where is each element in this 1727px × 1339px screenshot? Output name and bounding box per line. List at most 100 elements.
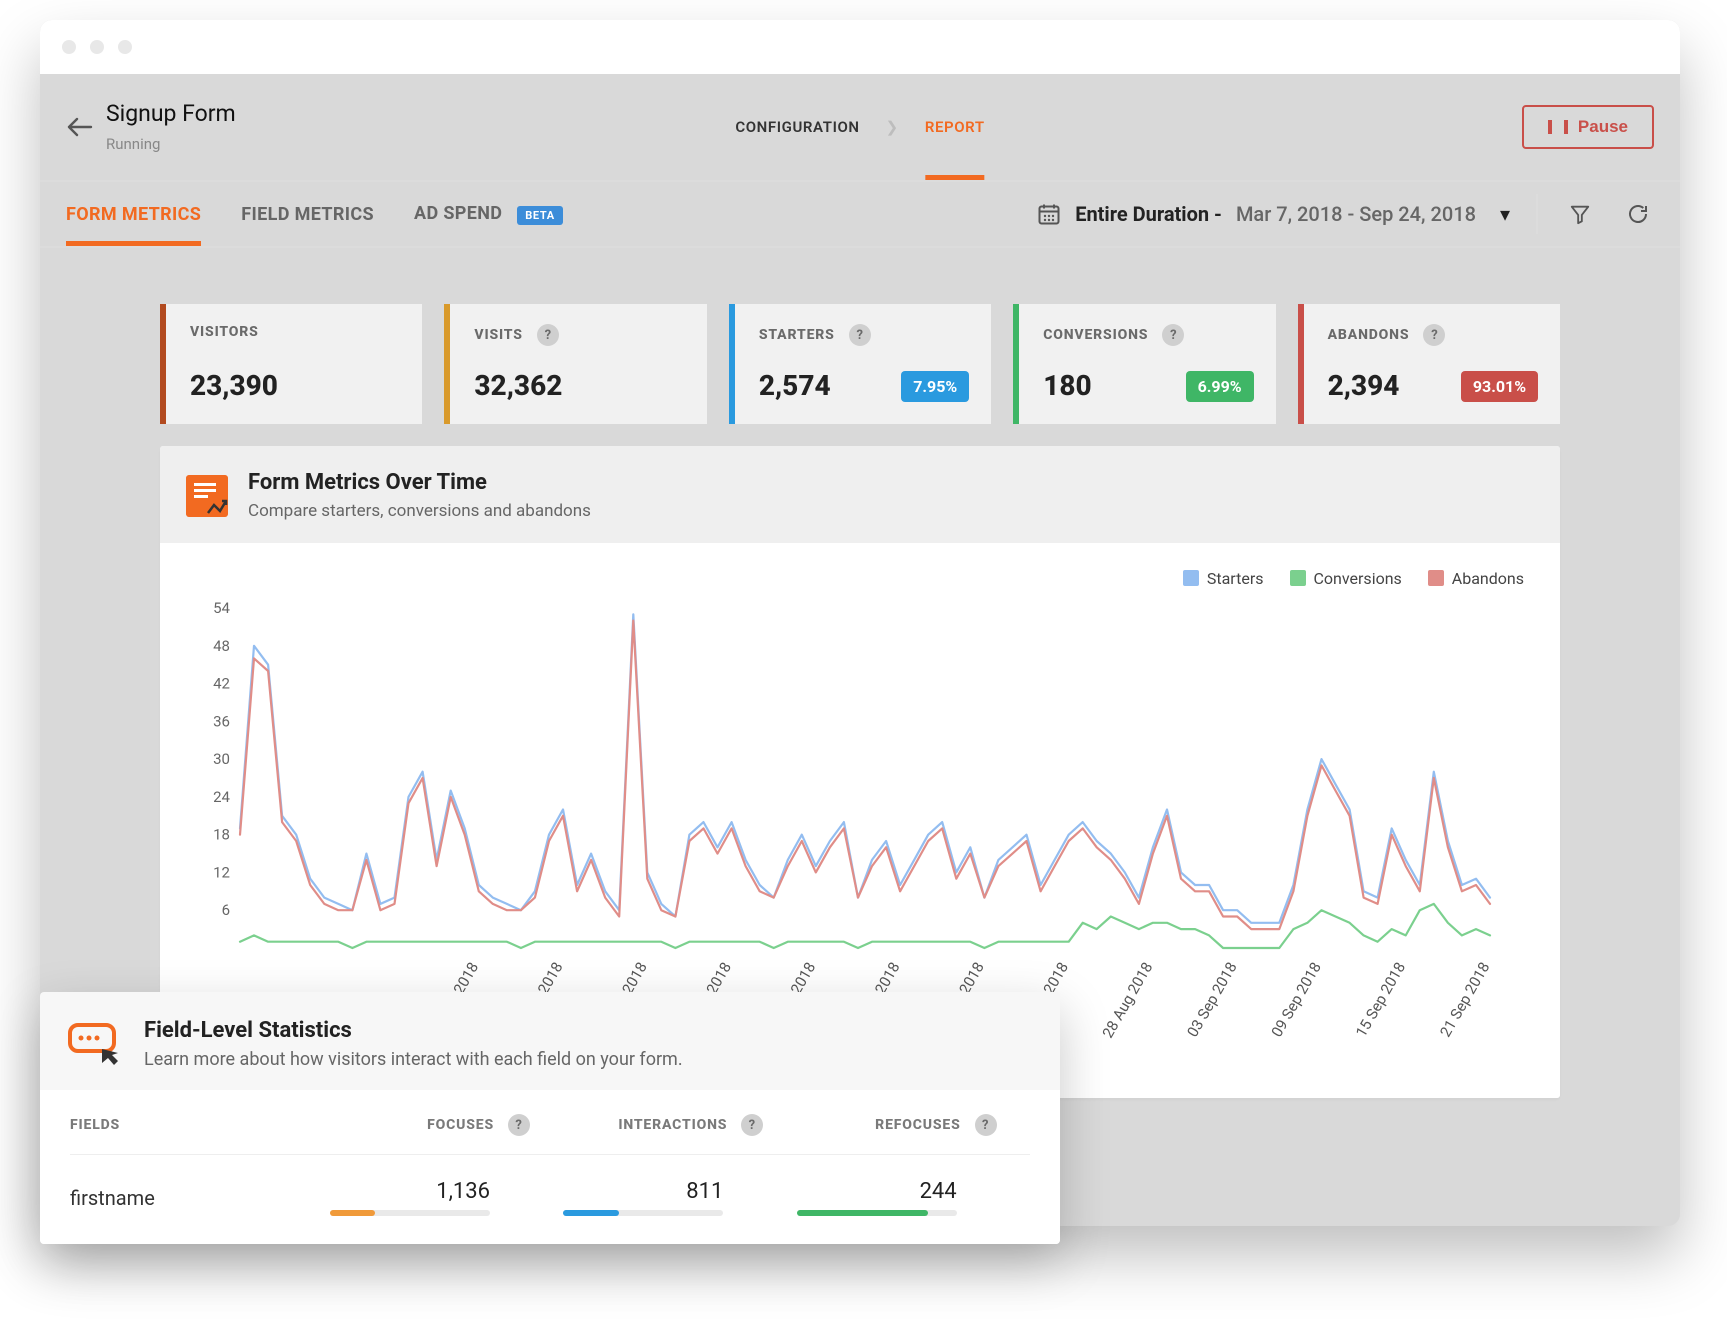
- crumb-configuration[interactable]: CONFIGURATION: [735, 118, 859, 136]
- tab-list: FORM METRICS FIELD METRICS AD SPEND BETA: [66, 183, 563, 245]
- report-icon: [186, 475, 228, 517]
- kpi-label: VISITORS: [190, 324, 259, 340]
- svg-text:21 Sep 2018: 21 Sep 2018: [1436, 959, 1493, 1040]
- input-cursor-icon: [68, 1023, 124, 1065]
- filter-button[interactable]: [1564, 198, 1596, 230]
- help-icon[interactable]: ?: [1423, 324, 1445, 346]
- svg-text:48: 48: [213, 637, 230, 655]
- col-label: FOCUSES: [427, 1117, 494, 1133]
- cell-refocuses: 244: [797, 1179, 957, 1216]
- help-icon[interactable]: ?: [975, 1114, 997, 1136]
- cell-interactions: 811: [563, 1179, 723, 1216]
- tab-ad-spend[interactable]: AD SPEND BETA: [414, 183, 563, 245]
- field-panel-head: Field-Level Statistics Learn more about …: [40, 992, 1060, 1090]
- kpi-conversions: CONVERSIONS? 180 6.99%: [1013, 304, 1275, 424]
- pause-icon: [1548, 120, 1568, 134]
- pause-button[interactable]: Pause: [1522, 105, 1654, 149]
- kpi-value: 23,390: [190, 369, 278, 402]
- legend-label: Abandons: [1452, 569, 1524, 588]
- col-interactions: INTERACTIONS?: [563, 1114, 763, 1136]
- tab-field-metrics[interactable]: FIELD METRICS: [241, 184, 374, 245]
- field-table-row: firstname 1,136 811 244: [70, 1155, 1030, 1216]
- legend-swatch: [1183, 570, 1199, 586]
- kpi-value: 2,394: [1328, 369, 1400, 402]
- field-level-panel: Field-Level Statistics Learn more about …: [40, 992, 1060, 1244]
- kpi-label: ABANDONS: [1328, 327, 1410, 343]
- col-label: FIELDS: [70, 1117, 120, 1133]
- svg-text:24: 24: [213, 788, 230, 806]
- tab-label: AD SPEND: [414, 203, 502, 224]
- svg-text:6: 6: [222, 901, 230, 919]
- tabrow-right: Entire Duration - Mar 7, 2018 - Sep 24, …: [1037, 194, 1654, 234]
- chevron-down-icon: ▾: [1500, 202, 1510, 226]
- funnel-icon: [1569, 203, 1591, 225]
- date-range-value: Mar 7, 2018 - Sep 24, 2018: [1236, 202, 1476, 226]
- cell-value: 244: [920, 1179, 957, 1204]
- divider: [1536, 194, 1538, 234]
- legend-label: Conversions: [1314, 569, 1402, 588]
- form-name: Signup Form: [106, 101, 236, 126]
- kpi-badge: 6.99%: [1186, 371, 1254, 402]
- date-range-selector[interactable]: Entire Duration - Mar 7, 2018 - Sep 24, …: [1037, 202, 1510, 226]
- kpi-starters: STARTERS? 2,574 7.95%: [729, 304, 991, 424]
- refresh-icon: [1626, 202, 1650, 226]
- calendar-icon: [1037, 202, 1061, 226]
- kpi-badge: 7.95%: [901, 371, 969, 402]
- legend-label: Starters: [1207, 569, 1264, 588]
- col-fields: FIELDS: [70, 1117, 330, 1133]
- help-icon[interactable]: ?: [508, 1114, 530, 1136]
- tab-row: FORM METRICS FIELD METRICS AD SPEND BETA…: [40, 182, 1680, 248]
- col-label: REFOCUSES: [875, 1117, 960, 1133]
- kpi-label: STARTERS: [759, 327, 835, 343]
- legend-item-conversions[interactable]: Conversions: [1290, 569, 1402, 588]
- crumb-report[interactable]: REPORT: [925, 118, 985, 136]
- legend-item-starters[interactable]: Starters: [1183, 569, 1264, 588]
- svg-text:03 Sep 2018: 03 Sep 2018: [1183, 959, 1240, 1040]
- beta-badge: BETA: [517, 206, 563, 225]
- field-panel-title: Field-Level Statistics: [144, 1018, 683, 1043]
- bar-focuses: [330, 1210, 490, 1216]
- svg-text:18: 18: [213, 826, 230, 844]
- svg-text:36: 36: [213, 712, 230, 730]
- bar-refocuses: [797, 1210, 957, 1216]
- kpi-value: 180: [1043, 369, 1091, 402]
- svg-text:28 Aug 2018: 28 Aug 2018: [1099, 959, 1157, 1041]
- kpi-visits: VISITS? 32,362: [444, 304, 706, 424]
- kpi-value: 2,574: [759, 369, 831, 402]
- help-icon[interactable]: ?: [741, 1114, 763, 1136]
- kpi-cards: VISITORS 23,390 VISITS? 32,362 STARTERS?…: [160, 304, 1560, 424]
- help-icon[interactable]: ?: [849, 324, 871, 346]
- panel-subtitle: Compare starters, conversions and abando…: [248, 501, 591, 521]
- field-table: FIELDS FOCUSES? INTERACTIONS? REFOCUSES?…: [40, 1090, 1060, 1244]
- kpi-label: VISITS: [474, 327, 522, 343]
- svg-text:15 Sep 2018: 15 Sep 2018: [1352, 959, 1409, 1040]
- tab-label: FIELD METRICS: [241, 204, 374, 225]
- refresh-button[interactable]: [1622, 198, 1654, 230]
- pause-label: Pause: [1578, 117, 1628, 137]
- back-button[interactable]: [66, 113, 94, 141]
- legend-item-abandons[interactable]: Abandons: [1428, 569, 1524, 588]
- breadcrumb: CONFIGURATION ❯ REPORT: [735, 118, 984, 136]
- tab-form-metrics[interactable]: FORM METRICS: [66, 184, 201, 245]
- field-panel-subtitle: Learn more about how visitors interact w…: [144, 1049, 683, 1070]
- titlebar: [40, 20, 1680, 74]
- svg-text:30: 30: [213, 750, 230, 768]
- arrow-left-icon: [67, 117, 93, 137]
- col-label: INTERACTIONS: [618, 1117, 727, 1133]
- line-chart[interactable]: 5448423630241812611 Jul 201817 Jul 20182…: [190, 598, 1510, 1058]
- svg-text:54: 54: [213, 599, 230, 617]
- help-icon[interactable]: ?: [537, 324, 559, 346]
- field-name: firstname: [70, 1186, 330, 1210]
- kpi-label: CONVERSIONS: [1043, 327, 1148, 343]
- legend-swatch: [1290, 570, 1306, 586]
- kpi-value: 32,362: [474, 369, 562, 402]
- kpi-abandons: ABANDONS? 2,39493.01%: [1298, 304, 1560, 424]
- help-icon[interactable]: ?: [1162, 324, 1184, 346]
- svg-text:09 Sep 2018: 09 Sep 2018: [1268, 959, 1325, 1040]
- chart-legend: Starters Conversions Abandons: [190, 569, 1524, 588]
- svg-text:42: 42: [213, 675, 230, 693]
- panel-head: Form Metrics Over Time Compare starters,…: [160, 446, 1560, 543]
- kpi-visitors: VISITORS 23,390: [160, 304, 422, 424]
- header: Signup Form Running CONFIGURATION ❯ REPO…: [40, 74, 1680, 182]
- cell-value: 1,136: [436, 1179, 490, 1204]
